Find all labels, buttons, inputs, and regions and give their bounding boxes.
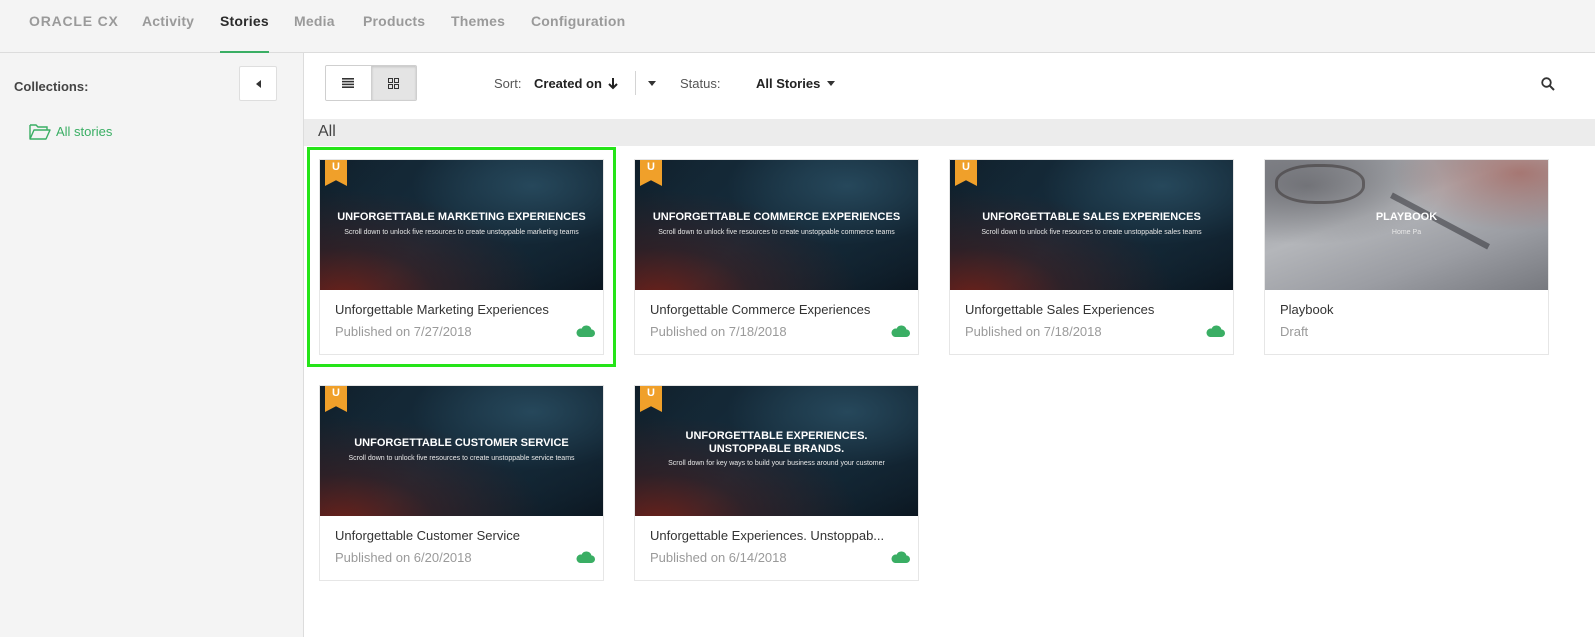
thumbnail-headline: UNFORGETTABLE SALES EXPERIENCES [982,211,1201,223]
nav-tab-themes[interactable]: Themes [451,13,505,53]
story-status: Published on 7/18/2018 [965,324,1102,339]
thumbnail-subline: Scroll down to unlock five resources to … [658,229,895,236]
story-card[interactable]: PLAYBOOK Home Pa Playbook Draft [1264,159,1549,355]
story-thumbnail: UNFORGETTABLE COMMERCE EXPERIENCES Scrol… [635,160,918,290]
thumbnail-headline: UNFORGETTABLE MARKETING EXPERIENCES [337,211,586,223]
cloud-icon [891,325,910,338]
thumbnail-subline: Scroll down to unlock five resources to … [348,455,575,462]
collection-item-all-stories[interactable]: All stories [29,121,112,141]
story-card[interactable]: UNFORGETTABLE MARKETING EXPERIENCES Scro… [307,147,616,367]
story-thumbnail: UNFORGETTABLE EXPERIENCES. UNSTOPPABLE B… [635,386,918,516]
story-title: Unforgettable Experiences. Unstoppab... [650,528,885,543]
story-status: Published on 6/14/2018 [650,550,787,565]
cloud-icon [576,551,595,564]
sort-descending-icon [608,77,618,89]
grid-view-button[interactable] [370,66,416,100]
collections-sidebar: Collections: All stories [0,53,304,637]
status-filter-label: Status: [680,76,721,91]
chevron-left-icon [255,79,261,88]
brand-logo[interactable]: ORACLE CX [29,13,119,53]
section-title: All [318,123,336,140]
list-view-button[interactable] [326,66,371,100]
thumbnail-subline: Scroll down for key ways to build your b… [668,460,885,467]
story-status: Published on 7/27/2018 [335,324,472,339]
grid-icon [388,77,400,89]
status-filter-value: All Stories [756,76,821,91]
sort-label: Sort: [494,76,522,91]
story-card[interactable]: UNFORGETTABLE CUSTOMER SERVICE Scroll do… [319,385,604,581]
story-title: Unforgettable Commerce Experiences [650,302,871,317]
cloud-icon [576,325,595,338]
story-thumbnail: UNFORGETTABLE MARKETING EXPERIENCES Scro… [320,160,603,290]
thumbnail-headline: PLAYBOOK [1375,211,1438,223]
glasses-decoration [1275,164,1365,204]
story-card[interactable]: UNFORGETTABLE SALES EXPERIENCES Scroll d… [949,159,1234,355]
caret-down-icon [648,80,656,86]
sort-field-button[interactable]: Created on [534,76,618,91]
sort-divider [635,71,636,95]
search-button[interactable] [1537,73,1559,95]
thumbnail-subline: Home Pa [1391,229,1422,236]
section-header: All [304,119,1595,146]
nav-tab-configuration[interactable]: Configuration [531,13,625,53]
nav-tab-products[interactable]: Products [363,13,425,53]
thumbnail-headline: UNFORGETTABLE EXPERIENCES. UNSTOPPABLE B… [685,430,868,455]
story-title: Unforgettable Sales Experiences [965,302,1155,317]
list-icon [342,78,355,88]
thumbnail-subline: Scroll down to unlock five resources to … [344,229,579,236]
cloud-icon [1206,325,1225,338]
cloud-icon [891,551,910,564]
story-title: Unforgettable Customer Service [335,528,520,543]
nav-tab-media[interactable]: Media [294,13,335,53]
nav-tab-stories[interactable]: Stories [220,13,269,53]
top-nav: ORACLE CX Activity Stories Media Product… [0,0,1595,53]
story-title: Playbook [1280,302,1334,317]
stories-grid: UNFORGETTABLE MARKETING EXPERIENCES Scro… [304,146,1595,637]
status-filter-dropdown[interactable]: All Stories [756,76,836,91]
folder-open-icon [29,123,51,140]
thumbnail-subline: Scroll down to unlock five resources to … [981,229,1202,236]
thumbnail-headline: UNFORGETTABLE COMMERCE EXPERIENCES [652,211,901,223]
story-status: Published on 7/18/2018 [650,324,787,339]
caret-down-icon [827,81,836,86]
story-thumbnail: UNFORGETTABLE CUSTOMER SERVICE Scroll do… [320,386,603,516]
thumbnail-headline: UNFORGETTABLE CUSTOMER SERVICE [354,437,569,449]
stories-toolbar: Sort: Created on Status: All Stories [304,53,1595,119]
nav-tab-activity[interactable]: Activity [142,13,194,53]
story-thumbnail: PLAYBOOK Home Pa [1265,160,1548,290]
story-card[interactable]: UNFORGETTABLE COMMERCE EXPERIENCES Scrol… [634,159,919,355]
story-card[interactable]: UNFORGETTABLE EXPERIENCES. UNSTOPPABLE B… [634,385,919,581]
view-toggle [325,65,417,101]
sort-field-label: Created on [534,76,602,91]
collections-label: Collections: [14,79,89,94]
collapse-sidebar-button[interactable] [239,66,277,101]
collection-item-label: All stories [56,123,113,139]
story-thumbnail: UNFORGETTABLE SALES EXPERIENCES Scroll d… [950,160,1233,290]
story-title: Unforgettable Marketing Experiences [335,302,549,317]
story-status: Published on 6/20/2018 [335,550,472,565]
sort-options-dropdown[interactable] [642,73,662,93]
search-icon [1541,77,1555,91]
story-status: Draft [1280,324,1309,339]
